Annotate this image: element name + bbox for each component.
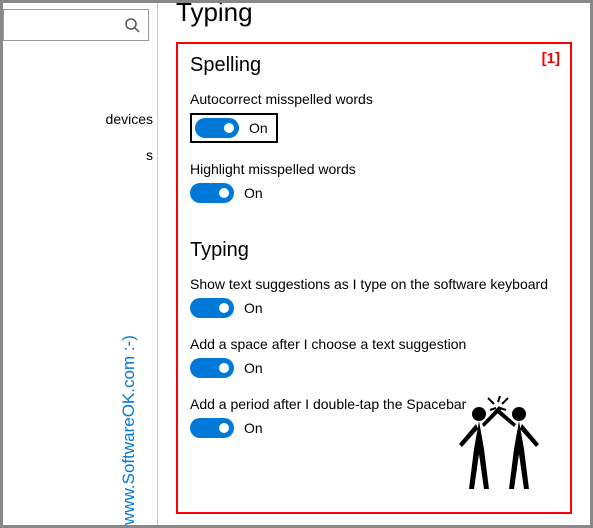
- setting-text-suggestions: Show text suggestions as I type on the s…: [190, 276, 558, 318]
- setting-autocorrect: Autocorrect misspelled words On: [190, 91, 558, 143]
- toggle-state: On: [249, 120, 268, 136]
- toggle-state: On: [244, 420, 263, 436]
- search-input[interactable]: [3, 9, 149, 41]
- sidebar-item-devices[interactable]: devices: [3, 101, 157, 137]
- toggle-highlight[interactable]: [190, 183, 234, 203]
- toggle-autocorrect[interactable]: [195, 118, 239, 138]
- setting-label: Show text suggestions as I type on the s…: [190, 276, 558, 292]
- toggle-text-suggestions[interactable]: [190, 298, 234, 318]
- toggle-add-space[interactable]: [190, 358, 234, 378]
- sidebar-item-label: s: [146, 147, 153, 163]
- sidebar: devices s: [3, 3, 158, 525]
- highlight-box: On: [190, 113, 278, 143]
- section-heading-spelling: Spelling: [190, 54, 558, 77]
- setting-add-period: Add a period after I double-tap the Spac…: [190, 396, 558, 438]
- sidebar-item-label: devices: [106, 111, 153, 127]
- toggle-add-period[interactable]: [190, 418, 234, 438]
- annotation-badge: [1]: [542, 50, 560, 67]
- setting-highlight-misspelled: Highlight misspelled words On: [190, 161, 558, 203]
- section-heading-typing: Typing: [190, 239, 558, 262]
- setting-label: Highlight misspelled words: [190, 161, 558, 177]
- toggle-state: On: [244, 300, 263, 316]
- sidebar-item-s[interactable]: s: [3, 137, 157, 173]
- search-icon: [124, 17, 140, 33]
- toggle-state: On: [244, 185, 263, 201]
- annotation-frame: [1] Spelling Autocorrect misspelled word…: [176, 42, 572, 514]
- setting-add-space: Add a space after I choose a text sugges…: [190, 336, 558, 378]
- toggle-state: On: [244, 360, 263, 376]
- setting-label: Autocorrect misspelled words: [190, 91, 558, 107]
- main-panel: Typing [1] Spelling Autocorrect misspell…: [158, 3, 590, 525]
- setting-label: Add a period after I double-tap the Spac…: [190, 396, 558, 412]
- page-title: Typing: [176, 3, 572, 28]
- setting-label: Add a space after I choose a text sugges…: [190, 336, 558, 352]
